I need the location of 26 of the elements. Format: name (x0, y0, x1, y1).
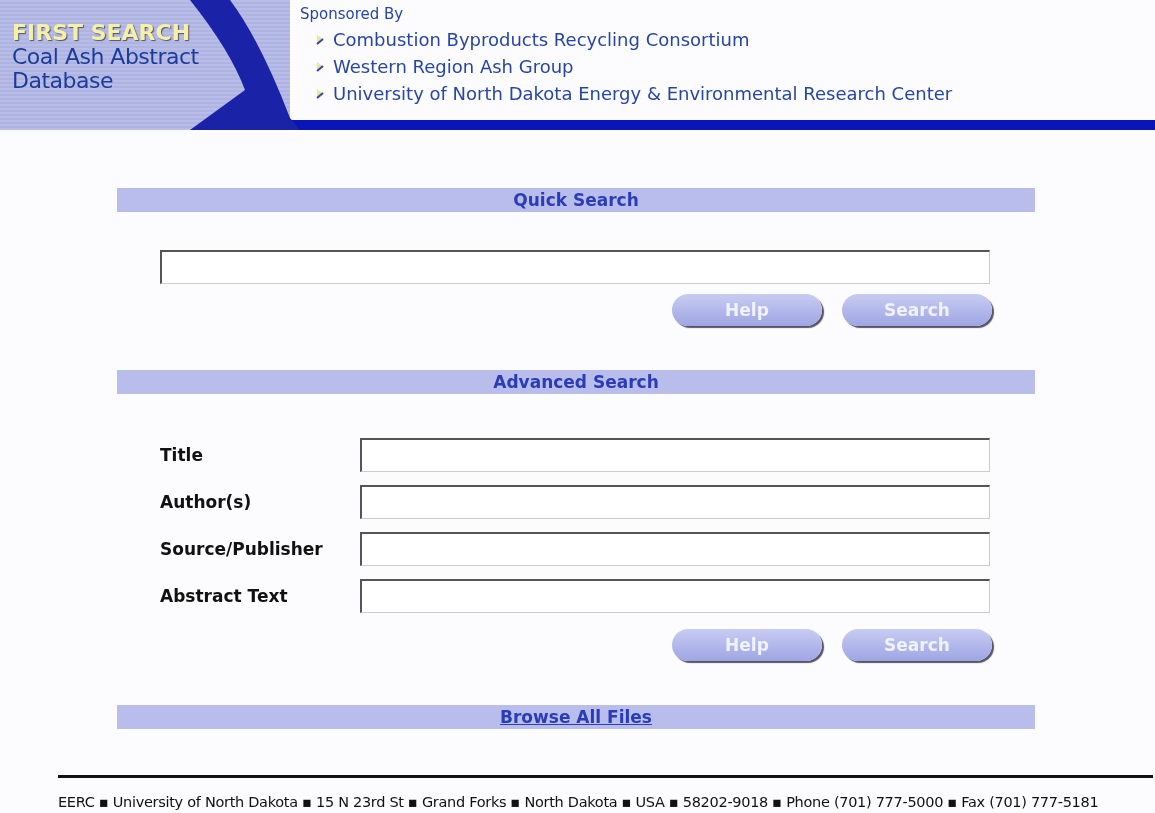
sponsored-by-label: Sponsored By (300, 5, 405, 23)
field-label: Title (160, 444, 204, 465)
arrow-icon (315, 33, 325, 46)
input-field[interactable] (360, 437, 990, 472)
arrow-icon (315, 87, 325, 100)
input-field[interactable] (360, 484, 990, 519)
search-field[interactable] (160, 250, 990, 284)
field-label: Abstract Text (160, 585, 289, 606)
footer-address: EERC ▪ University of North Dakota ▪ 15 N 23rd St ▪ Grand Forks ▪ North Dakota ▪ USA ▪ 58202-9018 ▪ Phone (701) 777-5000 ▪ Fax (701) 777-5181 (58, 794, 1100, 810)
sponsor-name: Western Region Ash Group (333, 56, 574, 77)
sponsor-name: Combustion Byproducts Recycling Consortium (333, 29, 750, 50)
section-heading: Quick Search (117, 188, 1035, 212)
sponsor-name: University of North Dakota Energy & Environmental Research Center (333, 83, 953, 104)
field-label: Source/Publisher (160, 538, 324, 559)
input-field[interactable] (360, 531, 990, 566)
search-button[interactable]: Search (842, 629, 992, 661)
brand-title: FIRST SEARCH (12, 20, 192, 45)
help-button[interactable]: Help (672, 629, 822, 661)
section-heading: Advanced Search (117, 370, 1035, 394)
field-label: Author(s) (160, 491, 253, 512)
input-field[interactable] (360, 578, 990, 613)
search-button[interactable]: Search (842, 294, 992, 326)
browse-link[interactable]: Browse All Files (500, 707, 652, 727)
help-button[interactable]: Help (672, 294, 822, 326)
database-title: Coal Ash Abstract Database (12, 45, 200, 93)
arrow-icon (315, 60, 325, 73)
